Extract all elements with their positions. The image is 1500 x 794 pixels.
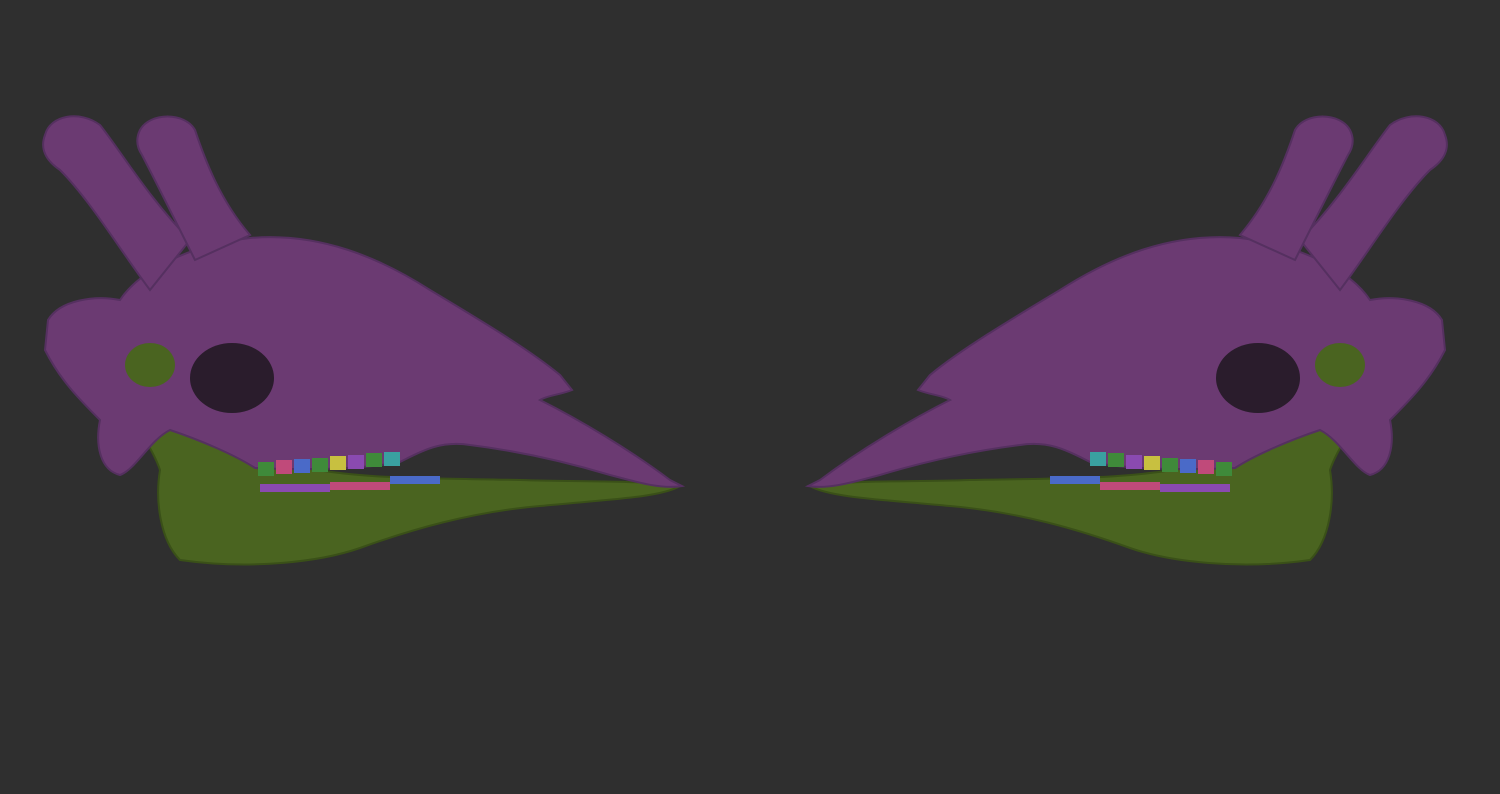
skull-right[interactable]: [807, 95, 1448, 566]
3d-viewport[interactable]: .cranium{fill:#6b3a72;stroke:#553060;str…: [0, 0, 1500, 794]
skull-left[interactable]: [42, 115, 683, 566]
